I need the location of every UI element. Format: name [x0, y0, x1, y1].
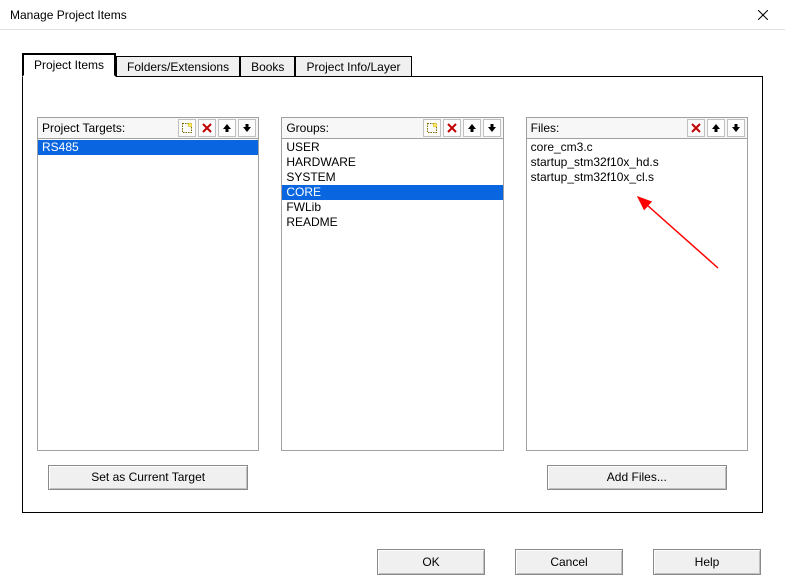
move-file-up-button[interactable]: [707, 119, 725, 137]
move-target-up-button[interactable]: [218, 119, 236, 137]
move-file-down-button[interactable]: [727, 119, 745, 137]
add-files-button[interactable]: Add Files...: [547, 465, 727, 490]
panel-header-groups: Groups:: [281, 117, 503, 139]
delete-icon: [690, 122, 702, 134]
panel-tools-targets: [178, 119, 256, 137]
arrow-down-icon: [486, 122, 498, 134]
list-item[interactable]: README: [282, 215, 502, 230]
panel-files: Files:: [526, 117, 748, 490]
panel-groups: Groups:: [281, 117, 503, 490]
list-item[interactable]: startup_stm32f10x_hd.s: [527, 155, 747, 170]
arrow-up-icon: [221, 122, 233, 134]
arrow-up-icon: [710, 122, 722, 134]
tab-label: Project Items: [34, 58, 104, 72]
move-group-down-button[interactable]: [483, 119, 501, 137]
titlebar: Manage Project Items: [0, 0, 785, 30]
delete-target-button[interactable]: [198, 119, 216, 137]
tab-project-info-layer[interactable]: Project Info/Layer: [295, 56, 411, 77]
list-item[interactable]: USER: [282, 140, 502, 155]
dialog-button-row: OK Cancel Help: [0, 549, 785, 575]
tab-folders-extensions[interactable]: Folders/Extensions: [116, 56, 240, 77]
groups-listbox[interactable]: USERHARDWARESYSTEMCOREFWLibREADME: [281, 139, 503, 451]
panel-tools-groups: [423, 119, 501, 137]
tab-project-items[interactable]: Project Items: [22, 53, 116, 77]
new-group-button[interactable]: [423, 119, 441, 137]
panel-header-files: Files:: [526, 117, 748, 139]
list-item[interactable]: HARDWARE: [282, 155, 502, 170]
delete-icon: [446, 122, 458, 134]
arrow-down-icon: [730, 122, 742, 134]
window-title: Manage Project Items: [10, 8, 127, 22]
tab-label: Project Info/Layer: [306, 60, 400, 74]
delete-file-button[interactable]: [687, 119, 705, 137]
new-icon: [426, 122, 438, 134]
delete-icon: [201, 122, 213, 134]
delete-group-button[interactable]: [443, 119, 461, 137]
cancel-button[interactable]: Cancel: [515, 549, 623, 575]
close-icon: [758, 10, 768, 20]
targets-listbox[interactable]: RS485: [37, 139, 259, 451]
tab-label: Books: [251, 60, 284, 74]
set-as-current-target-button[interactable]: Set as Current Target: [48, 465, 248, 490]
panel-project-targets: Project Targets:: [37, 117, 259, 490]
close-button[interactable]: [741, 0, 785, 29]
panel-header-label: Files:: [531, 121, 560, 135]
list-item[interactable]: SYSTEM: [282, 170, 502, 185]
new-icon: [181, 122, 193, 134]
content-frame: Project Targets:: [22, 76, 763, 513]
list-item[interactable]: CORE: [282, 185, 502, 200]
move-group-up-button[interactable]: [463, 119, 481, 137]
ok-button[interactable]: OK: [377, 549, 485, 575]
list-item[interactable]: startup_stm32f10x_cl.s: [527, 170, 747, 185]
list-item[interactable]: RS485: [38, 140, 258, 155]
list-item[interactable]: FWLib: [282, 200, 502, 215]
tab-label: Folders/Extensions: [127, 60, 229, 74]
tab-books[interactable]: Books: [240, 56, 295, 77]
panel-header-targets: Project Targets:: [37, 117, 259, 139]
help-button[interactable]: Help: [653, 549, 761, 575]
files-listbox[interactable]: core_cm3.cstartup_stm32f10x_hd.sstartup_…: [526, 139, 748, 451]
arrow-down-icon: [241, 122, 253, 134]
panel-header-label: Groups:: [286, 121, 329, 135]
tab-strip: Project Items Folders/Extensions Books P…: [0, 30, 785, 76]
arrow-up-icon: [466, 122, 478, 134]
panel-tools-files: [687, 119, 745, 137]
new-target-button[interactable]: [178, 119, 196, 137]
move-target-down-button[interactable]: [238, 119, 256, 137]
list-item[interactable]: core_cm3.c: [527, 140, 747, 155]
panel-header-label: Project Targets:: [42, 121, 125, 135]
